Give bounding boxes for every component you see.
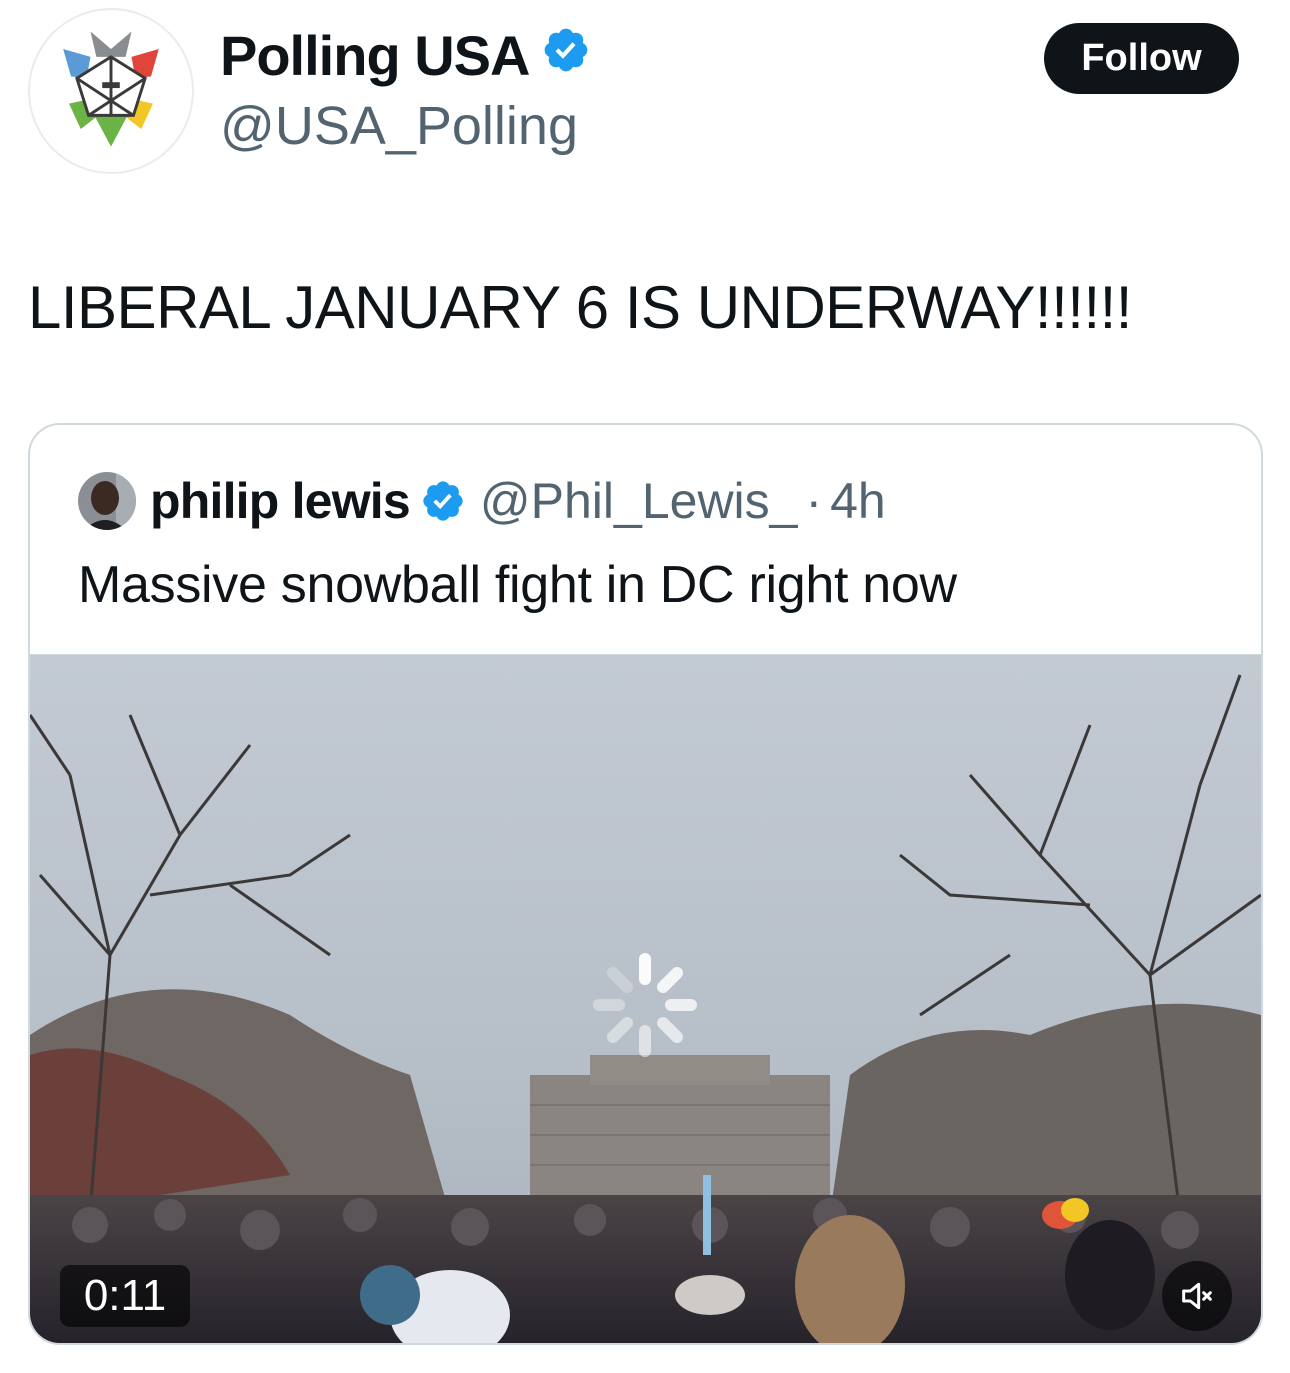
video-player[interactable]: 0:11 bbox=[30, 654, 1261, 1343]
separator-dot: · bbox=[805, 473, 823, 529]
author-handle[interactable]: @USA_Polling bbox=[220, 96, 578, 156]
quoted-verified-badge-icon bbox=[420, 478, 466, 524]
follow-button[interactable]: Follow bbox=[1044, 23, 1239, 94]
mute-button[interactable] bbox=[1162, 1261, 1232, 1331]
speaker-muted-icon bbox=[1182, 1282, 1212, 1310]
polling-usa-logo-icon bbox=[30, 10, 192, 172]
quoted-tweet-time[interactable]: 4h bbox=[830, 472, 886, 530]
loading-spinner-icon bbox=[593, 953, 697, 1057]
quoted-tweet-text: Massive snowball fight in DC right now bbox=[78, 556, 957, 614]
tweet-text: LIBERAL JANUARY 6 IS UNDERWAY!!!!!! bbox=[28, 274, 1132, 341]
quoted-author-handle[interactable]: @Phil_Lewis_ bbox=[480, 472, 798, 530]
quoted-author-avatar[interactable] bbox=[78, 472, 136, 530]
quoted-author-name[interactable]: philip lewis bbox=[150, 472, 411, 530]
author-name-text: Polling USA bbox=[220, 24, 530, 87]
author-display-name[interactable]: Polling USA bbox=[220, 24, 591, 88]
quoted-tweet-card[interactable]: philip lewis @Phil_Lewis_ · 4h Massive s… bbox=[28, 423, 1263, 1345]
quoted-tweet-header: philip lewis @Phil_Lewis_ · 4h bbox=[78, 469, 886, 533]
author-avatar[interactable] bbox=[28, 8, 194, 174]
verified-badge-icon bbox=[541, 24, 591, 88]
video-duration: 0:11 bbox=[60, 1265, 190, 1327]
